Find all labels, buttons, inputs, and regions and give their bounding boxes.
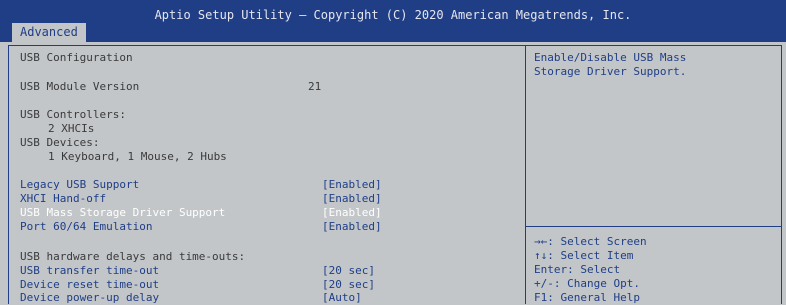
help-text-line-2: Storage Driver Support. [534,65,687,78]
option-device-reset-timeout[interactable]: Device reset time-out [20,278,159,292]
option-xhci-hand-off[interactable]: XHCI Hand-off [20,192,106,206]
option-xhci-hand-off-value[interactable]: [Enabled] [322,192,382,206]
help-text-line-1: Enable/Disable USB Mass [534,51,687,64]
option-port-6064-emulation-value[interactable]: [Enabled] [322,220,382,234]
option-legacy-usb-support-value[interactable]: [Enabled] [322,178,382,192]
option-usb-transfer-timeout-value[interactable]: [20 sec] [322,264,375,278]
key-select-item: ↑↓: Select Item [534,249,634,262]
title-text: Aptio Setup Utility – Copyright (C) 2020… [154,8,632,22]
key-enter-select: Enter: Select [534,263,621,276]
module-version-label: USB Module Version [20,80,140,93]
controllers-label: USB Controllers: [20,108,126,121]
section-title: USB Configuration [20,51,133,64]
option-usb-transfer-timeout[interactable]: USB transfer time-out [20,264,159,278]
option-usb-mass-storage-driver-support[interactable]: USB Mass Storage Driver Support [20,206,225,220]
option-device-power-up-delay[interactable]: Device power-up delay [20,291,159,305]
delays-title: USB hardware delays and time-outs: [20,250,246,263]
option-legacy-usb-support[interactable]: Legacy USB Support [20,178,139,192]
key-general-help: F1: General Help [534,291,640,304]
panel-divider [525,45,526,304]
help-divider [526,226,782,227]
option-usb-mass-storage-driver-support-value[interactable]: [Enabled] [322,206,382,220]
key-select-screen: →←: Select Screen [534,235,647,248]
module-version-value: 21 [308,80,322,93]
option-device-power-up-delay-value[interactable]: [Auto] [322,291,362,305]
bios-screen: Aptio Setup Utility – Copyright (C) 2020… [0,0,786,304]
title-bar: Aptio Setup Utility – Copyright (C) 2020… [0,0,786,42]
controllers-value: 2 XHCIs [48,122,95,135]
devices-value: 1 Keyboard, 1 Mouse, 2 Hubs [48,150,227,163]
key-change-opt: +/-: Change Opt. [534,277,640,290]
devices-label: USB Devices: [20,136,100,149]
option-port-6064-emulation[interactable]: Port 60/64 Emulation [20,220,152,234]
tab-advanced[interactable]: Advanced [12,23,86,42]
option-device-reset-timeout-value[interactable]: [20 sec] [322,278,375,292]
